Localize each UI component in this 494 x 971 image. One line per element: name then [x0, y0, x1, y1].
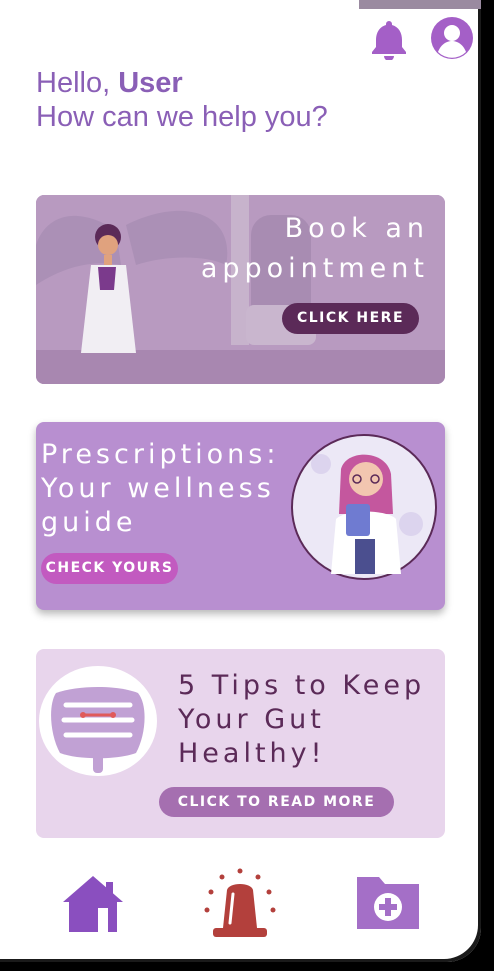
- gut-title-line2: Your Gut: [178, 704, 325, 735]
- greeting: Hello, User How can we help you?: [36, 66, 328, 134]
- intestine-illustration: [39, 666, 157, 776]
- appointment-card[interactable]: Book an appointment CLICK HERE: [36, 195, 445, 384]
- prescriptions-title-line3: guide: [41, 507, 137, 538]
- click-here-button[interactable]: CLICK HERE: [282, 303, 419, 334]
- bell-icon[interactable]: [370, 18, 408, 60]
- prescriptions-title-line1: Prescriptions:: [41, 439, 280, 470]
- appointment-title-line1: Book an: [284, 213, 429, 244]
- doctor-illustration: [291, 434, 437, 580]
- prescriptions-title: Prescriptions: Your wellness guide: [41, 438, 279, 540]
- appointment-title-line2: appointment: [200, 253, 429, 284]
- top-strip: [359, 0, 481, 9]
- gut-title: 5 Tips to Keep Your Gut Healthy!: [178, 669, 425, 771]
- gut-health-card[interactable]: 5 Tips to Keep Your Gut Healthy! CLICK T…: [36, 649, 445, 838]
- medical-folder-icon[interactable]: [355, 875, 421, 931]
- home-icon[interactable]: [62, 874, 124, 934]
- appointment-title: Book an appointment: [201, 209, 429, 289]
- prescriptions-title-line2: Your wellness: [41, 473, 275, 504]
- emergency-siren-icon[interactable]: [203, 868, 277, 940]
- prescriptions-card[interactable]: Prescriptions: Your wellness guide CHECK…: [36, 422, 445, 610]
- phone-screen: Hello, User How can we help you? Book an…: [0, 0, 481, 962]
- greeting-hello: Hello,: [36, 67, 119, 99]
- greeting-user: User: [118, 67, 183, 99]
- gut-title-line1: 5 Tips to Keep: [178, 670, 426, 701]
- read-more-button[interactable]: CLICK TO READ MORE: [159, 787, 394, 817]
- check-yours-button[interactable]: CHECK YOURS: [41, 553, 178, 584]
- greeting-subtitle: How can we help you?: [36, 101, 328, 133]
- gut-title-line3: Healthy!: [178, 738, 326, 769]
- user-avatar-icon[interactable]: [430, 16, 474, 60]
